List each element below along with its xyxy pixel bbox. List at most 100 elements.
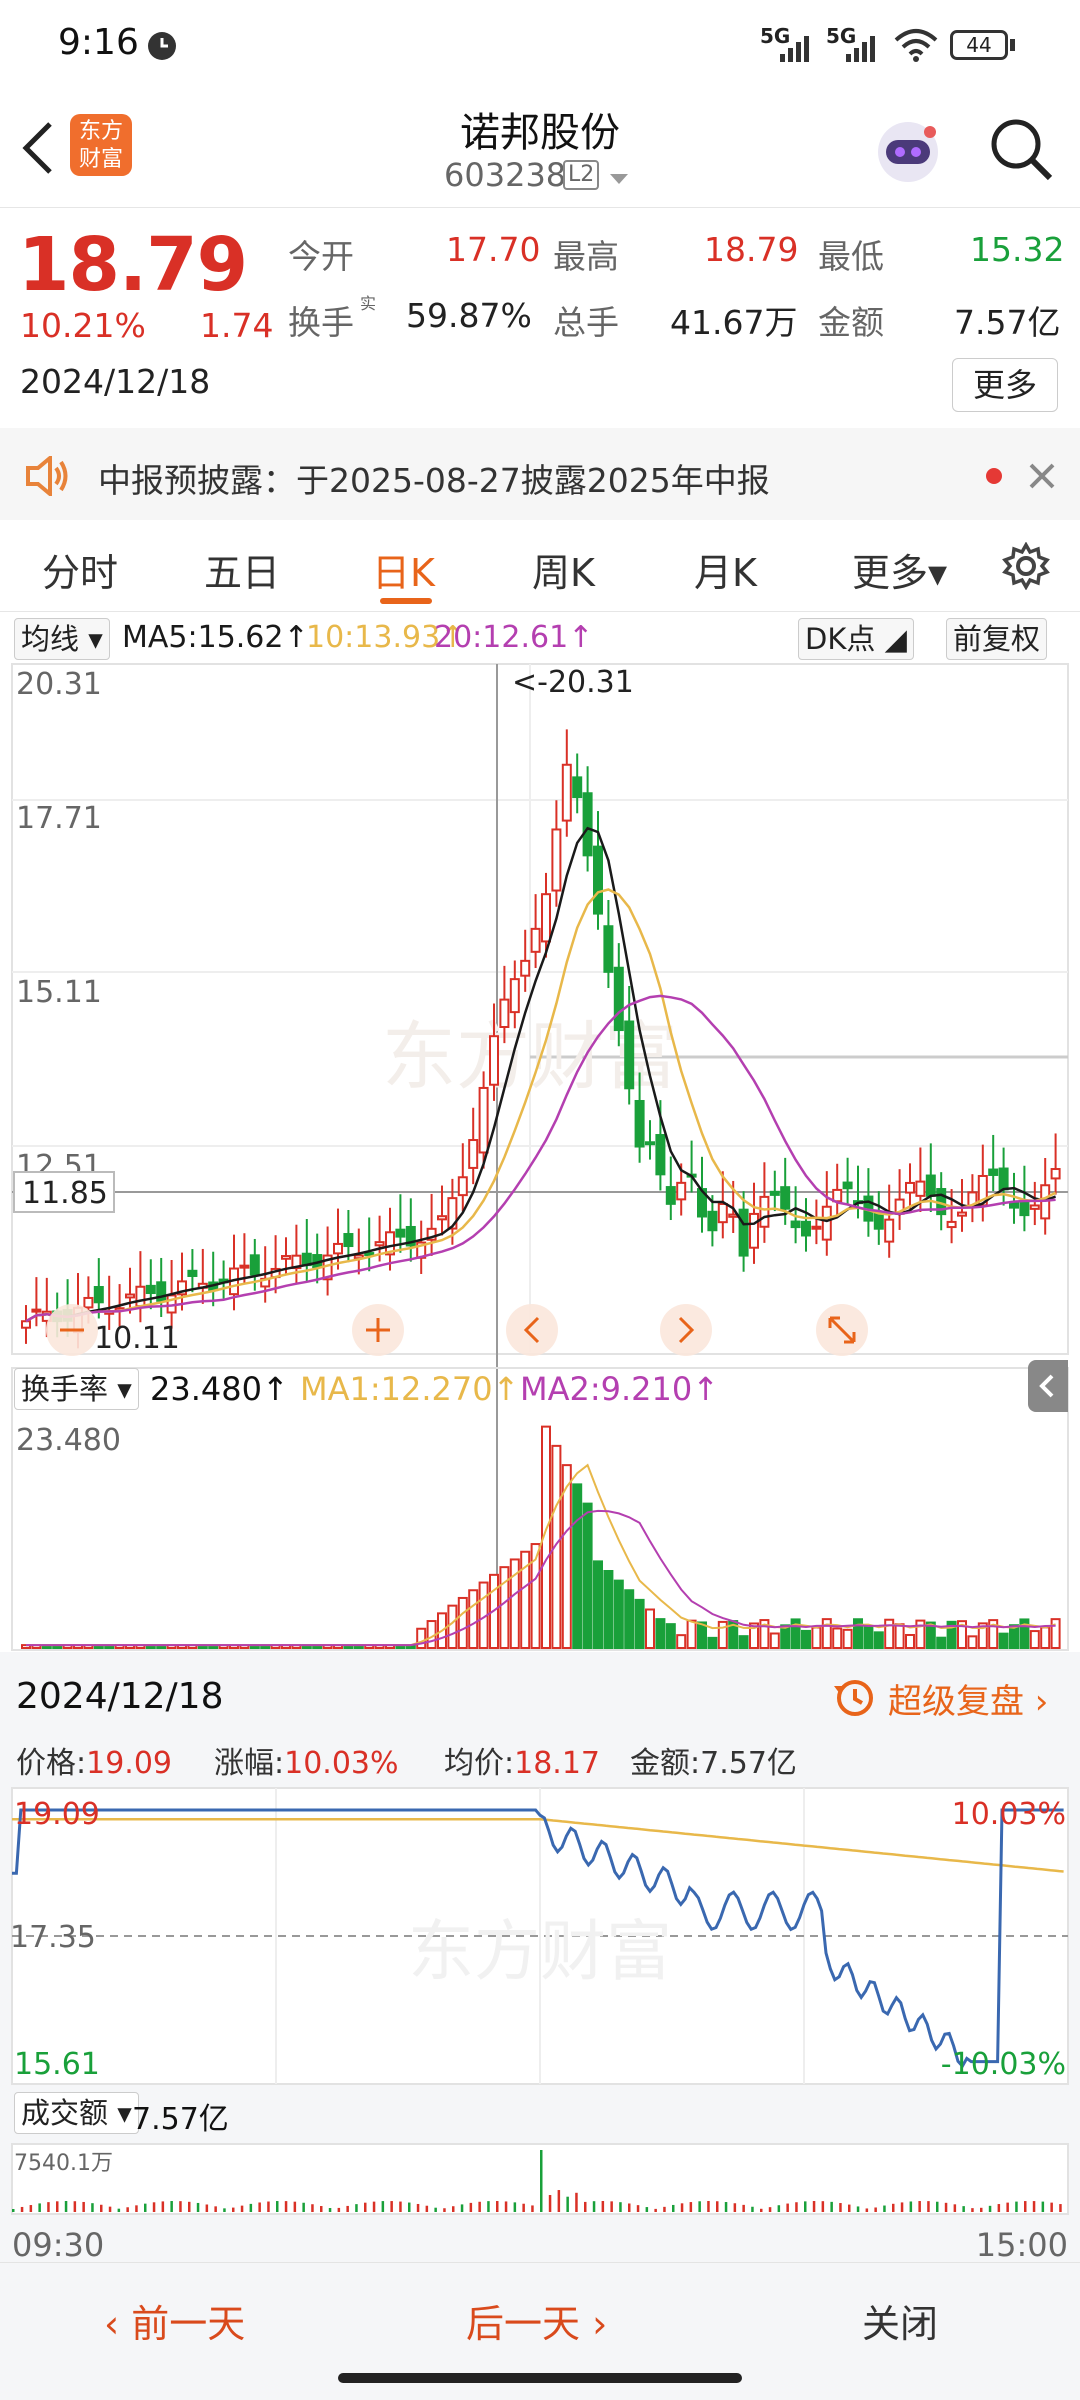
home-indicator [338, 2373, 742, 2383]
tab-monthly-k[interactable]: 月K [694, 542, 757, 597]
candle-body [489, 1035, 499, 1086]
tab-daily-k[interactable]: 日K [372, 542, 435, 597]
intraday-volume-bar [144, 2203, 147, 2212]
intraday-volume-bar [953, 2204, 957, 2212]
intraday-volume-bar [452, 2206, 455, 2212]
intraday-volume-bar [117, 2208, 121, 2212]
turnover-bar [894, 1623, 905, 1649]
intraday-volume-bar [830, 2201, 833, 2212]
brand-logo[interactable]: 东方 财富 [70, 114, 132, 176]
intraday-volume-bar [487, 2201, 490, 2212]
turnover-bar [634, 1598, 645, 1650]
intraday-volume-bar [73, 2201, 77, 2212]
ma-selector[interactable]: 均线 ▾ [14, 618, 110, 660]
turnover-bar [1040, 1626, 1051, 1649]
candle-body [509, 978, 520, 1014]
intraday-volume-bar [399, 2201, 402, 2212]
close-button[interactable]: 关闭 [862, 2293, 938, 2348]
candle-body [249, 1254, 260, 1276]
intraday-volume-bar [883, 2205, 886, 2212]
candle-body [93, 1286, 104, 1304]
volume-selector[interactable]: 成交额 ▾ [14, 2092, 139, 2134]
turnover-bar [613, 1579, 624, 1650]
kline-chart[interactable]: 东方财富 20.31 17.71 15.11 12.51 <-20.31 11.… [0, 662, 1080, 1652]
candle-body [31, 1308, 42, 1313]
turnover-bar [811, 1626, 822, 1650]
notice-bar[interactable]: 中报预披露：于2025-08-27披露2025年中报 [0, 428, 1080, 520]
intraday-volume-bar [284, 2201, 288, 2212]
dk-button[interactable]: DK点 ◢ [798, 618, 914, 660]
candle-body [749, 1212, 759, 1249]
intraday-volume-bar [980, 2207, 983, 2212]
intraday-volume-bar [680, 2203, 684, 2212]
more-button[interactable]: 更多 [952, 358, 1058, 412]
chevron-down-icon[interactable] [608, 172, 630, 186]
intraday-volume-bar [689, 2202, 693, 2212]
candle-body [613, 966, 624, 1032]
robot-assistant-icon[interactable] [870, 112, 946, 188]
intraday-volume-bar [918, 2201, 921, 2212]
back-icon[interactable] [18, 120, 58, 176]
candle-body [561, 763, 572, 822]
intraday-volume-bar [724, 2202, 728, 2212]
turnover-bar [936, 1636, 947, 1650]
intraday-volume-bar [12, 2209, 15, 2212]
intraday-volume-bar [179, 2201, 182, 2212]
candle-body [343, 1233, 354, 1248]
level-badge[interactable]: L2 [563, 160, 600, 190]
tab-weekly-k[interactable]: 周K [532, 542, 595, 597]
candle-body [925, 1174, 936, 1197]
intraday-pct-bottom: -10.03% [941, 2047, 1066, 2082]
intraday-chart[interactable]: 东方财富 19.09 17.35 15.61 10.03% -10.03% 75… [0, 1786, 1080, 2266]
super-replay-button[interactable]: 超级复盘 › [888, 1674, 1048, 1723]
intraday-volume-bar [196, 2202, 200, 2212]
tab-five-day[interactable]: 五日 [204, 542, 280, 597]
volume-label: 总手 [553, 303, 619, 342]
close-icon[interactable] [1028, 462, 1056, 490]
intraday-volume-bar [768, 2207, 772, 2212]
intraday-volume-bar [1006, 2202, 1009, 2212]
low-label: 最低 [818, 237, 884, 276]
candle-body [884, 1218, 895, 1243]
candle-body [374, 1241, 385, 1247]
intraday-volume-bar [416, 2203, 420, 2212]
intraday-volume-bar [47, 2202, 50, 2212]
adjust-button[interactable]: 前复权 [946, 618, 1048, 660]
turnover-ma-line [26, 1463, 1056, 1647]
turnover-bar [1029, 1630, 1040, 1650]
candle-body [821, 1205, 832, 1241]
turnover-bar [738, 1635, 749, 1649]
brand-line-2: 财富 [78, 147, 123, 172]
intraday-watermark: 东方财富 [408, 1913, 672, 1990]
turnover-ma-line [26, 1509, 1056, 1647]
search-icon[interactable] [988, 116, 1056, 184]
intraday-volume-bar [874, 2207, 877, 2212]
change-label: 涨幅: [214, 1746, 285, 1781]
settings-icon[interactable] [1002, 542, 1050, 590]
intraday-volume-bar [1024, 2201, 1027, 2212]
ma10-line [25, 888, 1057, 1323]
candle-body [759, 1195, 770, 1228]
tab-intraday[interactable]: 分时 [42, 542, 118, 597]
intraday-volume-bar [302, 2202, 305, 2212]
price-value: 19.09 [86, 1746, 172, 1781]
candle-body [187, 1269, 198, 1277]
candle-body [915, 1180, 926, 1197]
intraday-volume-bar [214, 2206, 217, 2212]
turnover-bar [998, 1632, 1009, 1649]
intraday-volume-bar [29, 2205, 33, 2212]
next-day-button[interactable]: 后一天 › [466, 2293, 607, 2348]
amount-label: 金额 [818, 303, 884, 342]
intraday-volume-bar [592, 2201, 596, 2212]
tab-more[interactable]: 更多▾ [852, 542, 947, 597]
turnover-selector[interactable]: 换手率 ▾ [14, 1368, 139, 1410]
previous-day-button[interactable]: ‹ 前一天 [104, 2293, 245, 2348]
turnover-bar [468, 1589, 479, 1649]
intraday-volume-bar [311, 2204, 314, 2212]
y-label-2: 17.71 [16, 801, 102, 836]
intraday-volume-bar [91, 2203, 94, 2212]
side-panel-toggle[interactable] [1028, 1360, 1068, 1412]
change-value: 10.03% [284, 1746, 399, 1781]
intraday-volume-bar [909, 2201, 913, 2212]
y-label-3: 15.11 [16, 975, 102, 1010]
